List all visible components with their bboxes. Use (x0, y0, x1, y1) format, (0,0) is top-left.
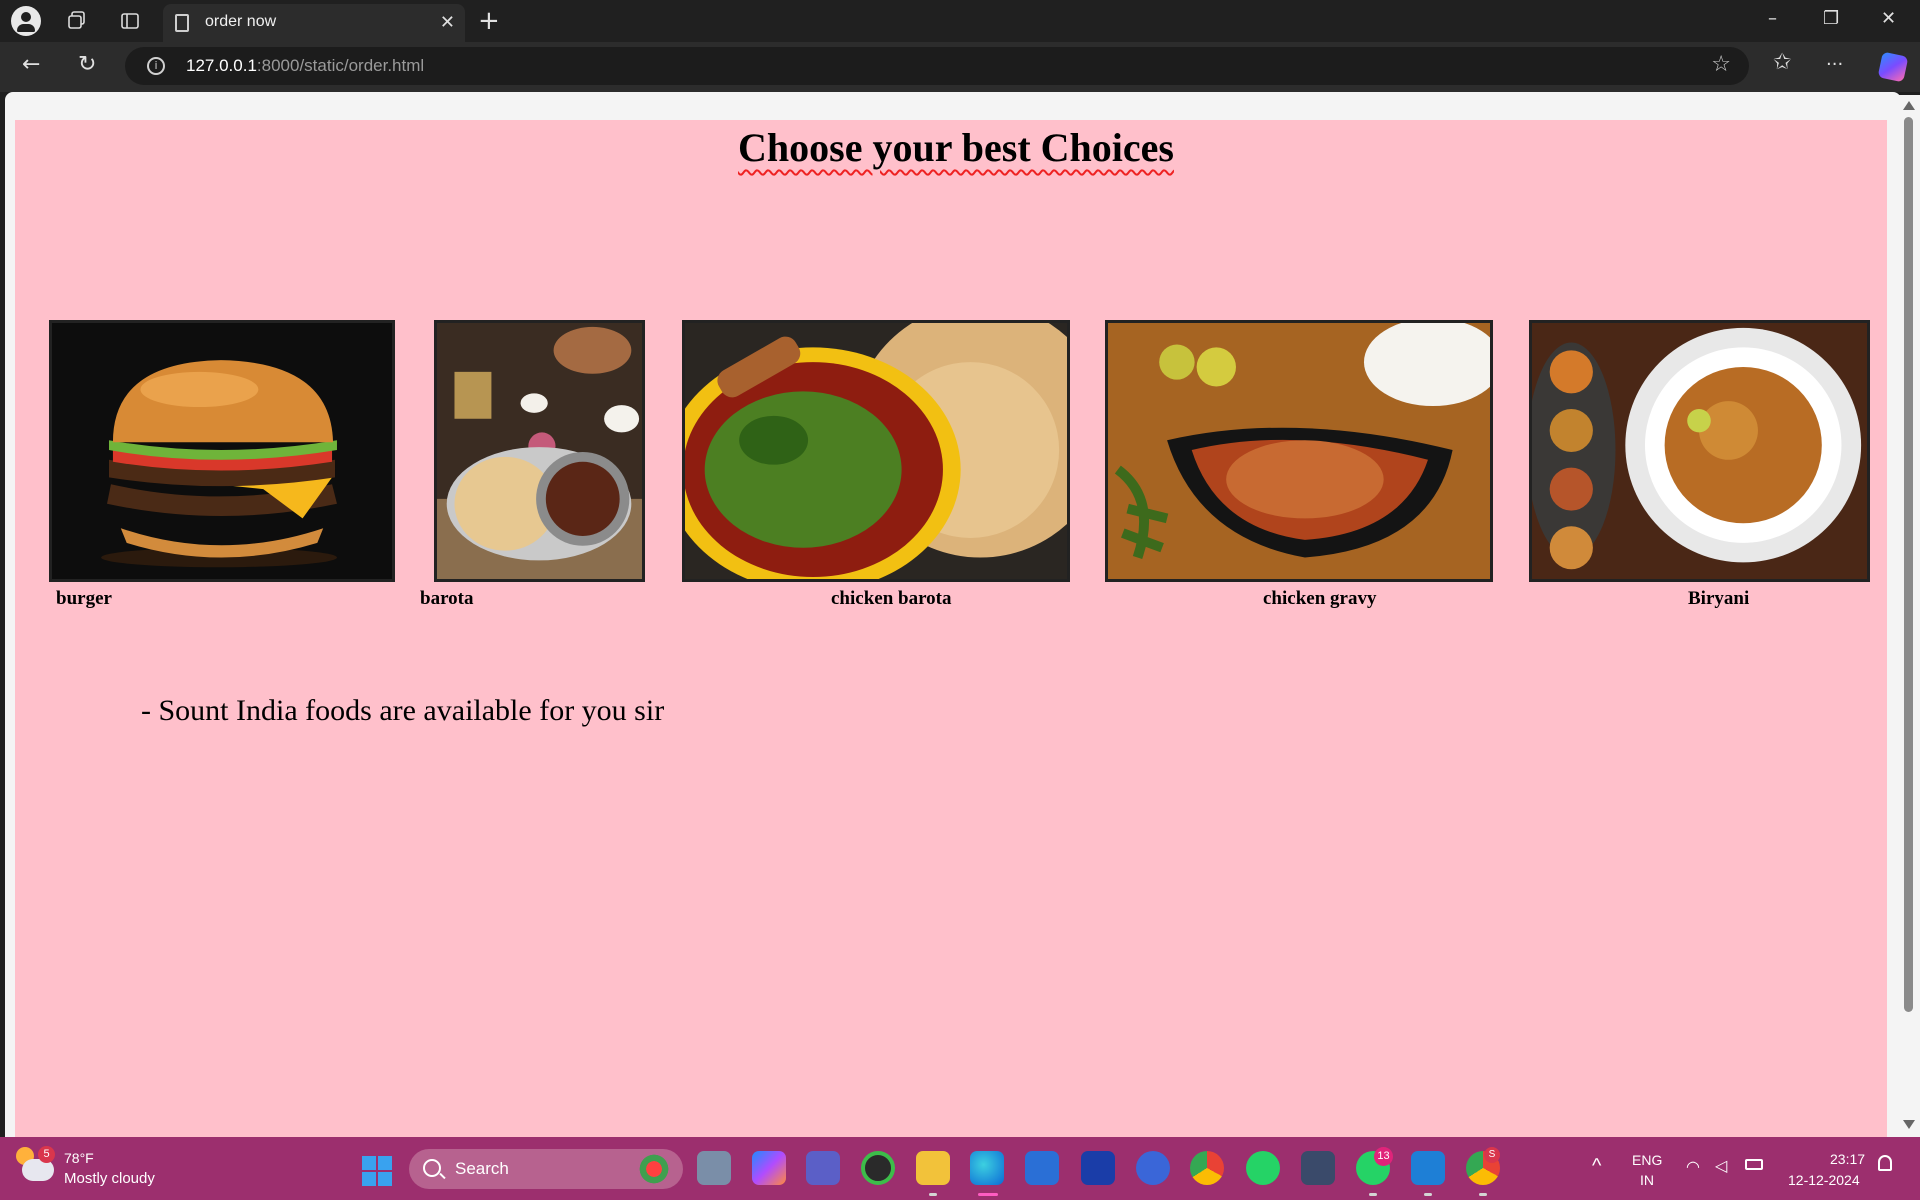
language-bottom[interactable]: IN (1640, 1172, 1654, 1188)
more-options-icon[interactable]: ··· (1826, 54, 1843, 75)
food-label: burger (56, 588, 112, 609)
file-explorer-icon[interactable] (916, 1151, 950, 1185)
tab-title: order now (205, 13, 277, 30)
wifi-icon[interactable]: ◠ (1686, 1157, 1700, 1177)
tagline: - Sount India foods are available for yo… (141, 694, 665, 727)
restore-button[interactable]: ❐ (1823, 8, 1839, 29)
profile-avatar-icon[interactable] (11, 6, 41, 36)
copilot-icon[interactable] (1877, 51, 1909, 83)
search-highlight-icon (633, 1154, 675, 1184)
clock-date[interactable]: 12-12-2024 (1788, 1172, 1860, 1188)
microsoft-store-icon[interactable] (1025, 1151, 1059, 1185)
python-app-icon[interactable] (1301, 1151, 1335, 1185)
page-title: Choose your best Choices (738, 125, 1174, 170)
vertical-tabs-icon[interactable] (119, 10, 141, 32)
address-bar[interactable]: i 127.0.0.1:8000/static/order.html ☆ (125, 47, 1749, 85)
chrome-icon[interactable] (1190, 1151, 1224, 1185)
food-label: barota (420, 588, 474, 609)
weather-temperature: 78°F (64, 1150, 94, 1166)
scroll-thumb[interactable] (1904, 117, 1913, 1012)
start-button-windows-icon[interactable] (362, 1156, 392, 1186)
new-tab-button[interactable]: + (478, 6, 500, 36)
chicken-gravy-photo-icon[interactable] (1105, 320, 1493, 582)
tab-close-icon[interactable]: ✕ (440, 12, 455, 33)
clock-time[interactable]: 23:17 (1830, 1151, 1865, 1167)
food-label: chicken gravy (1263, 588, 1377, 609)
vscode-icon[interactable] (1411, 1151, 1445, 1185)
chicken-barota-photo-icon[interactable] (682, 320, 1070, 582)
windows-taskbar: 5 78°F Mostly cloudy Search 13 S ^ ENG I… (0, 1137, 1920, 1200)
biryani-photo-icon[interactable] (1529, 320, 1870, 582)
running-indicator (1369, 1193, 1377, 1196)
running-indicator (978, 1193, 998, 1196)
whatsapp-icon[interactable] (1246, 1151, 1280, 1185)
volume-icon[interactable]: ◁ (1715, 1156, 1727, 1176)
workspaces-icon[interactable] (66, 10, 88, 32)
document-icon (175, 14, 189, 32)
order-page: Choose your best Choices burger barota c… (15, 120, 1887, 1137)
search-icon (423, 1159, 441, 1177)
food-label: chicken barota (831, 588, 952, 609)
show-hidden-icons-chevron-up-icon[interactable]: ^ (1592, 1155, 1601, 1178)
browser-toolbar: ← ↻ i 127.0.0.1:8000/static/order.html ☆… (0, 42, 1920, 92)
weather-badge: 5 (38, 1146, 55, 1163)
scroll-up-arrow-icon[interactable] (1903, 101, 1915, 110)
browser-viewport: Choose your best Choices burger barota c… (5, 92, 1901, 1137)
close-window-button[interactable]: ✕ (1881, 8, 1896, 29)
l-app-icon[interactable] (1081, 1151, 1115, 1185)
taskbar-search[interactable]: Search (409, 1149, 683, 1189)
language-top[interactable]: ENG (1632, 1152, 1662, 1168)
weather-condition: Mostly cloudy (64, 1170, 155, 1187)
task-view-icon[interactable] (697, 1151, 731, 1185)
minimize-button[interactable]: – (1768, 8, 1777, 29)
favorites-icon[interactable]: ✩ (1773, 50, 1791, 75)
scroll-down-arrow-icon[interactable] (1903, 1120, 1915, 1129)
search-label: Search (455, 1159, 509, 1178)
browser-title-bar: order now ✕ + – ❐ ✕ (0, 0, 1920, 42)
running-indicator (1479, 1193, 1487, 1196)
page-scrollbar[interactable] (1897, 95, 1920, 1137)
notification-bell-icon[interactable] (1878, 1155, 1892, 1171)
running-indicator (929, 1193, 937, 1196)
barota-photo-icon[interactable] (434, 320, 645, 582)
notification-badge: 13 (1374, 1147, 1393, 1166)
copilot-app-icon[interactable] (752, 1151, 786, 1185)
battery-icon[interactable] (1745, 1159, 1763, 1170)
food-label: Biryani (1688, 588, 1750, 609)
url-text[interactable]: 127.0.0.1:8000/static/order.html (186, 56, 424, 76)
profile-badge: S (1484, 1147, 1500, 1163)
favorite-star-icon[interactable]: ☆ (1711, 52, 1731, 77)
running-indicator (1424, 1193, 1432, 1196)
teams-icon[interactable] (806, 1151, 840, 1185)
reload-button[interactable]: ↻ (78, 52, 96, 77)
edge-browser-icon[interactable] (970, 1151, 1004, 1185)
burger-photo-icon[interactable] (49, 320, 395, 582)
site-info-icon[interactable]: i (147, 57, 165, 75)
sync-app-icon[interactable] (861, 1151, 895, 1185)
vectorworks-app-icon[interactable] (1136, 1151, 1170, 1185)
tab-order-now[interactable]: order now ✕ (163, 4, 465, 42)
back-button[interactable]: ← (22, 52, 40, 77)
